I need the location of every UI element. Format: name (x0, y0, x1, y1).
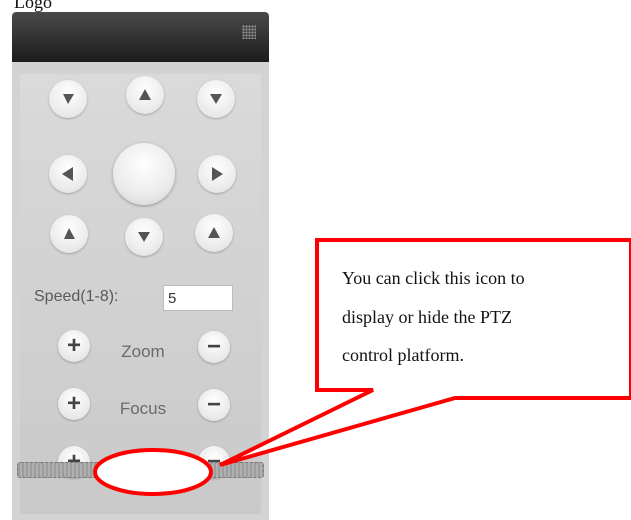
triangle-down-icon (210, 94, 222, 104)
speed-input[interactable] (163, 285, 233, 311)
callout-text: You can click this icon to display or hi… (342, 259, 612, 375)
focus-near-button[interactable]: + (58, 388, 90, 420)
focus-far-button[interactable]: − (198, 389, 230, 421)
triangle-up-icon (208, 227, 220, 238)
zoom-in-button[interactable]: + (58, 330, 90, 362)
panel-header[interactable] (12, 12, 269, 62)
triangle-left-icon (62, 167, 73, 181)
zoom-out-button[interactable]: − (198, 331, 230, 363)
pan-down-button[interactable] (125, 218, 163, 256)
triangle-right-icon (212, 167, 223, 181)
ptz-center-button[interactable] (113, 143, 175, 205)
callout-line-3: control platform. (342, 345, 464, 365)
zoom-label: Zoom (121, 342, 165, 361)
pan-down-right-button[interactable] (195, 214, 233, 252)
pan-up-button[interactable] (126, 76, 164, 114)
triangle-down-icon (63, 94, 74, 104)
callout-line-2: display or hide the PTZ (342, 306, 512, 327)
triangle-up-icon (139, 89, 151, 100)
ptz-toggle-bar[interactable] (17, 462, 264, 478)
pan-up-left-button[interactable] (49, 80, 87, 118)
pan-right-button[interactable] (198, 155, 236, 193)
triangle-down-icon (138, 232, 150, 242)
pan-down-left-button[interactable] (50, 215, 88, 253)
drag-grip-icon[interactable] (242, 25, 256, 39)
triangle-up-icon (64, 228, 75, 239)
speed-label: Speed(1-8): (34, 288, 119, 305)
callout-line-1: You can click this icon to (342, 268, 525, 288)
pan-up-right-button[interactable] (197, 80, 235, 118)
pan-left-button[interactable] (49, 155, 87, 193)
focus-label: Focus (119, 399, 167, 418)
